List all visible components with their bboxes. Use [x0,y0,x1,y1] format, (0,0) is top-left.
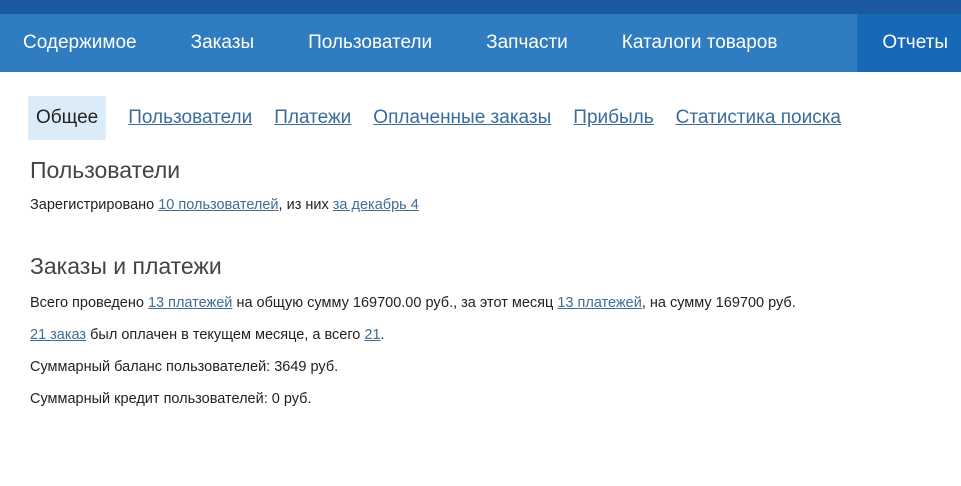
nav-item-reports[interactable]: Отчеты [857,14,961,72]
nav-item-catalogs[interactable]: Каталоги товаров [595,14,805,72]
orders-paid-line: 21 заказ был оплачен в текущем месяце, а… [30,327,931,343]
tab-paid-orders[interactable]: Оплаченные заказы [373,107,551,129]
balance-line: Суммарный баланс пользователей: 3649 руб… [30,359,339,375]
nav-item-orders[interactable]: Заказы [164,14,282,72]
nav-item-parts[interactable]: Запчасти [459,14,595,72]
users-month-link[interactable]: за декабрь 4 [333,197,419,213]
payments-text-1: Всего проведено [30,295,148,311]
nav-item-users[interactable]: Пользователи [281,14,459,72]
users-count-link[interactable]: 10 пользователей [158,197,278,213]
nav-item-content[interactable]: Содержимое [0,14,164,72]
registered-text: Зарегистрировано [30,197,159,213]
orders-month-link[interactable]: 21 заказ [30,327,86,343]
tab-profit[interactable]: Прибыль [573,107,653,129]
payments-month-link[interactable]: 13 платежей [557,295,641,311]
orders-text-1: был оплачен в текущем месяце, а всего [86,327,365,343]
tab-search-stats[interactable]: Статистика поиска [676,107,841,129]
orders-section-title: Заказы и платежи [30,253,222,279]
payments-text-3: , на сумму 169700 руб. [641,295,796,311]
orders-text-2: . [380,327,385,343]
credit-line: Суммарный кредит пользователей: 0 руб. [30,391,312,407]
payments-total-link[interactable]: 13 платежей [148,295,232,311]
payments-summary-line: Всего проведено 13 платежей на общую сум… [30,295,931,311]
of-them-text: , из них [278,197,333,213]
main-nav: Содержимое Заказы Пользователи Запчасти … [0,14,961,72]
report-tabs: Общее Пользователи Платежи Оплаченные за… [28,96,931,140]
users-section-title: Пользователи [30,157,181,183]
tab-general[interactable]: Общее [28,96,107,140]
tab-users[interactable]: Пользователи [128,107,252,129]
orders-total-link[interactable]: 21 [364,327,380,343]
tab-payments[interactable]: Платежи [274,107,351,129]
main-content: Общее Пользователи Платежи Оплаченные за… [0,72,961,407]
top-strip [0,0,961,14]
payments-text-2: на общую сумму 169700.00 руб., за этот м… [232,295,558,311]
users-registered-line: Зарегистрировано 10 пользователей, из ни… [30,197,931,213]
